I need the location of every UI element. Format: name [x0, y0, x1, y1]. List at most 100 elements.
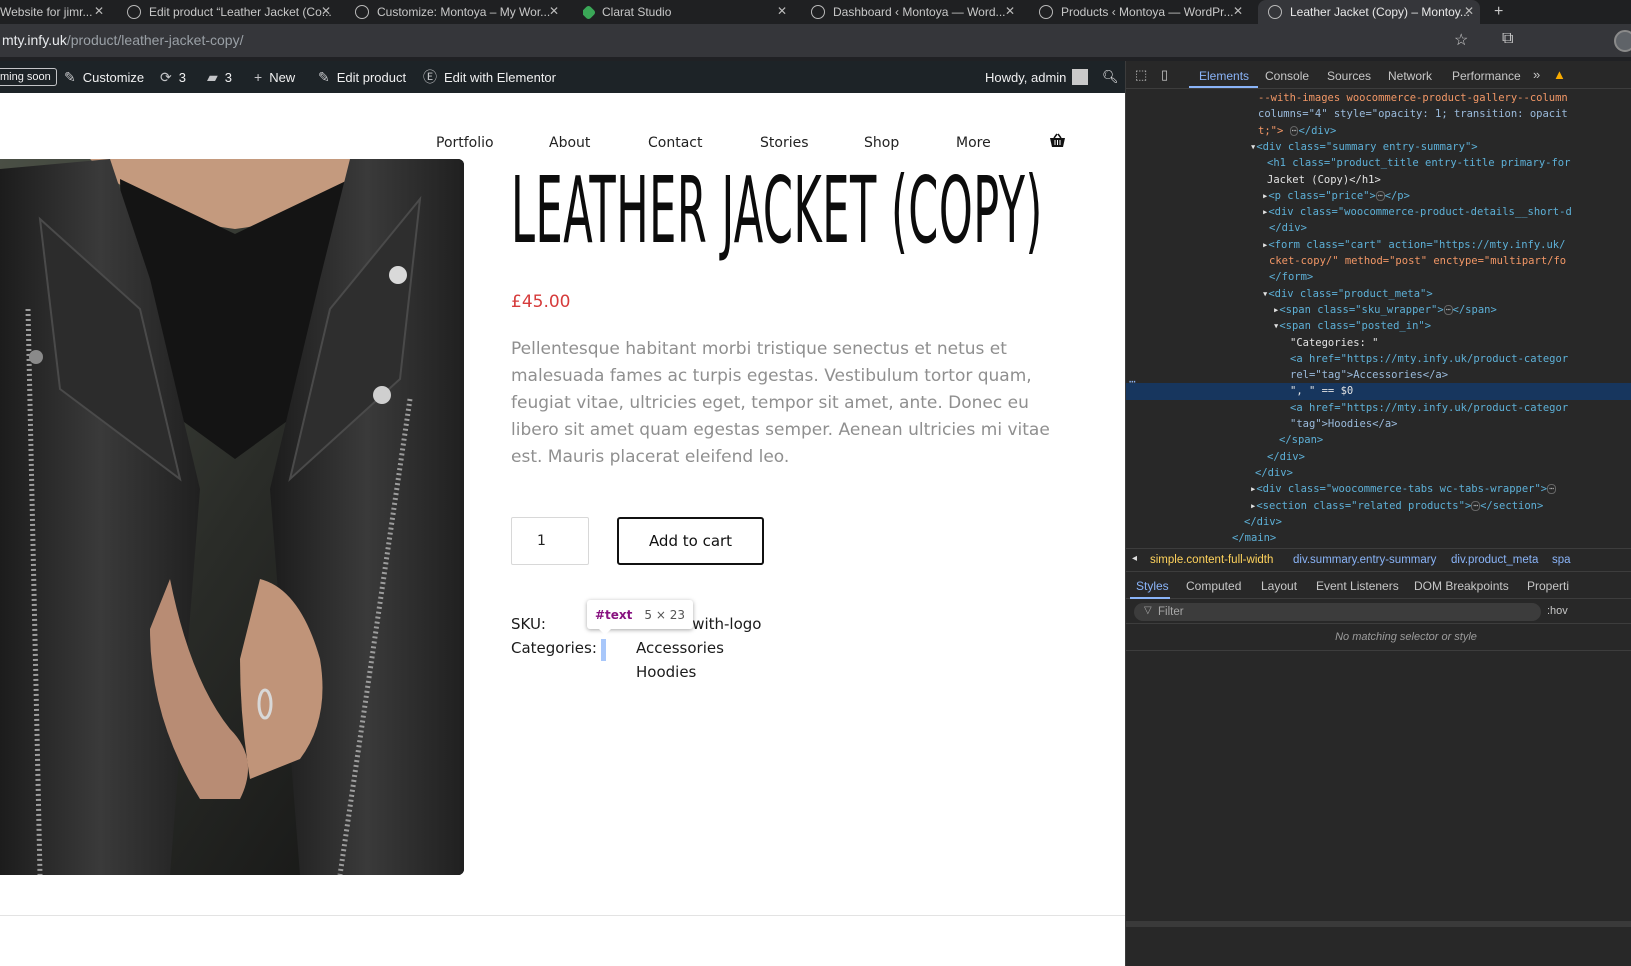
tab-close-icon[interactable]: ✕	[549, 4, 559, 18]
bookmark-star-icon[interactable]: ☆	[1454, 30, 1468, 50]
edit-product-link[interactable]: ✎ Edit product	[318, 61, 406, 93]
nav-item-contact[interactable]: Contact	[648, 135, 702, 151]
breadcrumb-item[interactable]: div.summary.entry-summary	[1293, 554, 1436, 566]
quantity-input[interactable]: 1	[511, 517, 589, 565]
nav-item-portfolio[interactable]: Portfolio	[436, 135, 494, 151]
ellipsis-icon[interactable]: ⋯	[1547, 484, 1556, 495]
ellipsis-icon[interactable]: ⋯	[1471, 500, 1481, 511]
new-tab-icon[interactable]: +	[1494, 0, 1514, 24]
dom-node[interactable]: </form>	[1126, 269, 1631, 285]
tab-elements[interactable]: Elements	[1199, 69, 1249, 83]
breadcrumb-item[interactable]: simple.content-full-width	[1150, 554, 1273, 566]
dom-node[interactable]: ▸<p class="price"> ⋯ </p>	[1126, 188, 1631, 204]
category-link-accessories[interactable]: Accessories	[636, 639, 724, 657]
dom-node[interactable]: cket-copy/" method="post" enctype="multi…	[1126, 253, 1631, 269]
dom-line-text: </div>	[1255, 466, 1293, 479]
category-link-hoodies[interactable]: Hoodies	[636, 663, 696, 681]
dom-node[interactable]: ▸<section class="related products"> ⋯ </se…	[1126, 498, 1631, 514]
tab-dom-breakpoints[interactable]: DOM Breakpoints	[1414, 579, 1509, 593]
dom-node[interactable]: --with-images woocommerce-product-galler…	[1126, 90, 1631, 106]
dom-node[interactable]: ▸<span class="sku_wrapper"> ⋯ </span>	[1126, 302, 1631, 318]
nav-item-stories[interactable]: Stories	[760, 135, 809, 151]
add-to-cart-button[interactable]: Add to cart	[617, 517, 764, 565]
tab-close-icon[interactable]: ✕	[1464, 4, 1474, 18]
device-toolbar-icon[interactable]: ▯	[1161, 67, 1168, 83]
hover-state-toggle[interactable]: :hov	[1547, 605, 1568, 617]
styles-filter-input[interactable]: Filter	[1134, 603, 1541, 621]
dom-node[interactable]: </div>	[1126, 220, 1631, 236]
browser-tab[interactable]: Dashboard ‹ Montoya — Word... ✕	[811, 0, 1021, 24]
dom-node[interactable]: ▸<form class="cart" action="https://mty.…	[1126, 237, 1631, 253]
breadcrumb-item[interactable]: spa	[1552, 554, 1571, 566]
browser-tab[interactable]: Edit product “Leather Jacket (Co... ✕	[127, 0, 337, 24]
extensions-icon[interactable]: ⧉	[1502, 30, 1513, 48]
ellipsis-icon[interactable]: ⋯	[1375, 190, 1385, 201]
dom-node[interactable]: "tag">Hoodies</a>	[1126, 416, 1631, 432]
tab-computed[interactable]: Computed	[1186, 579, 1241, 593]
address-bar[interactable]: mty.infy.uk/product/leather-jacket-copy/	[2, 32, 243, 48]
tab-close-icon[interactable]: ✕	[321, 4, 331, 18]
browser-tab[interactable]: Products ‹ Montoya — WordPr... ✕	[1039, 0, 1249, 24]
dom-node[interactable]: </div>	[1126, 449, 1631, 465]
browser-tab-active[interactable]: Leather Jacket (Copy) – Montoy... ✕	[1258, 0, 1480, 24]
dom-node[interactable]: ▾<div class="summary entry-summary">	[1126, 139, 1631, 155]
dom-node[interactable]: <h1 class="product_title entry-title pri…	[1126, 155, 1631, 171]
tab-styles[interactable]: Styles	[1136, 579, 1169, 593]
ellipsis-icon[interactable]: ⋯	[1443, 304, 1453, 315]
tab-sources[interactable]: Sources	[1327, 69, 1371, 83]
dom-node[interactable]: ▾<div class="product_meta">	[1126, 286, 1631, 302]
dom-node[interactable]: <a href="https://mty.infy.uk/product-cat…	[1126, 400, 1631, 416]
tab-close-icon[interactable]: ✕	[94, 4, 104, 18]
new-label: New	[269, 69, 296, 85]
dom-node[interactable]: </span>	[1126, 432, 1631, 448]
wordpress-icon	[1039, 5, 1053, 19]
edit-elementor-link[interactable]: Ⓔ Edit with Elementor	[423, 61, 556, 93]
dom-line-text: <div class="product_meta">	[1268, 287, 1433, 300]
tab-close-icon[interactable]: ✕	[777, 4, 787, 18]
updates-link[interactable]: ⟳ 3	[160, 61, 186, 93]
browser-tab[interactable]: Website for jimr... ✕	[0, 0, 110, 24]
cart-icon[interactable]	[1049, 133, 1066, 152]
tab-layout[interactable]: Layout	[1261, 579, 1297, 593]
nav-item-more[interactable]: More	[956, 135, 991, 151]
dom-node[interactable]: </div>	[1126, 514, 1631, 530]
tab-event-listeners[interactable]: Event Listeners	[1316, 579, 1399, 593]
tab-close-icon[interactable]: ✕	[1005, 4, 1015, 18]
dom-node[interactable]: ▸<div class="woocommerce-product-details…	[1126, 204, 1631, 220]
inspect-element-icon[interactable]: ⬚	[1135, 67, 1147, 83]
nav-item-shop[interactable]: Shop	[864, 135, 899, 151]
dom-node[interactable]: </main>	[1126, 530, 1631, 546]
new-link[interactable]: + New	[254, 61, 295, 93]
warning-icon[interactable]: ▲	[1553, 67, 1566, 82]
dom-node[interactable]: columns="4" style="opacity: 1; transitio…	[1126, 106, 1631, 122]
customize-link[interactable]: ✎ Customize	[64, 61, 144, 93]
tab-properties[interactable]: Properti	[1527, 579, 1569, 593]
more-tabs-icon[interactable]: »	[1533, 67, 1540, 82]
dom-node[interactable]: <a href="https://mty.infy.uk/product-cat…	[1126, 351, 1631, 367]
node-actions-icon[interactable]: ⋯	[1129, 374, 1136, 390]
browser-tab[interactable]: Customize: Montoya – My Wor... ✕	[355, 0, 565, 24]
tab-close-icon[interactable]: ✕	[1233, 4, 1243, 18]
dom-node[interactable]: Jacket (Copy)</h1>	[1126, 172, 1631, 188]
comments-link[interactable]: ▰ 3	[207, 61, 232, 93]
my-account-link[interactable]: Howdy, admin	[985, 61, 1089, 93]
dom-node[interactable]: </div>	[1126, 465, 1631, 481]
dom-node[interactable]: ▸<div class="woocommerce-tabs wc-tabs-wr…	[1126, 481, 1631, 497]
browser-tab[interactable]: Clarat Studio ✕	[583, 0, 793, 24]
search-icon[interactable]: 🔍︎	[1102, 61, 1119, 93]
scroll-left-icon[interactable]: ◂	[1132, 553, 1137, 564]
dom-line-text: </div>	[1269, 222, 1307, 235]
dom-node[interactable]: ▾<span class="posted_in">	[1126, 318, 1631, 334]
tab-console[interactable]: Console	[1265, 69, 1309, 83]
dom-node[interactable]: "Categories: "	[1126, 335, 1631, 351]
nav-item-about[interactable]: About	[549, 135, 590, 151]
coming-soon-badge[interactable]: ming soon	[0, 68, 57, 86]
breadcrumb-item[interactable]: div.product_meta	[1451, 554, 1538, 566]
dom-node[interactable]: t;"> ⋯ </div>	[1126, 123, 1631, 139]
dom-node[interactable]: rel="tag">Accessories</a>	[1126, 367, 1631, 383]
dom-node-selected[interactable]: ", " == $0	[1126, 383, 1631, 400]
product-image[interactable]	[0, 159, 464, 875]
tab-performance[interactable]: Performance	[1452, 69, 1521, 83]
tab-network[interactable]: Network	[1388, 69, 1432, 83]
profile-avatar[interactable]	[1614, 30, 1631, 52]
